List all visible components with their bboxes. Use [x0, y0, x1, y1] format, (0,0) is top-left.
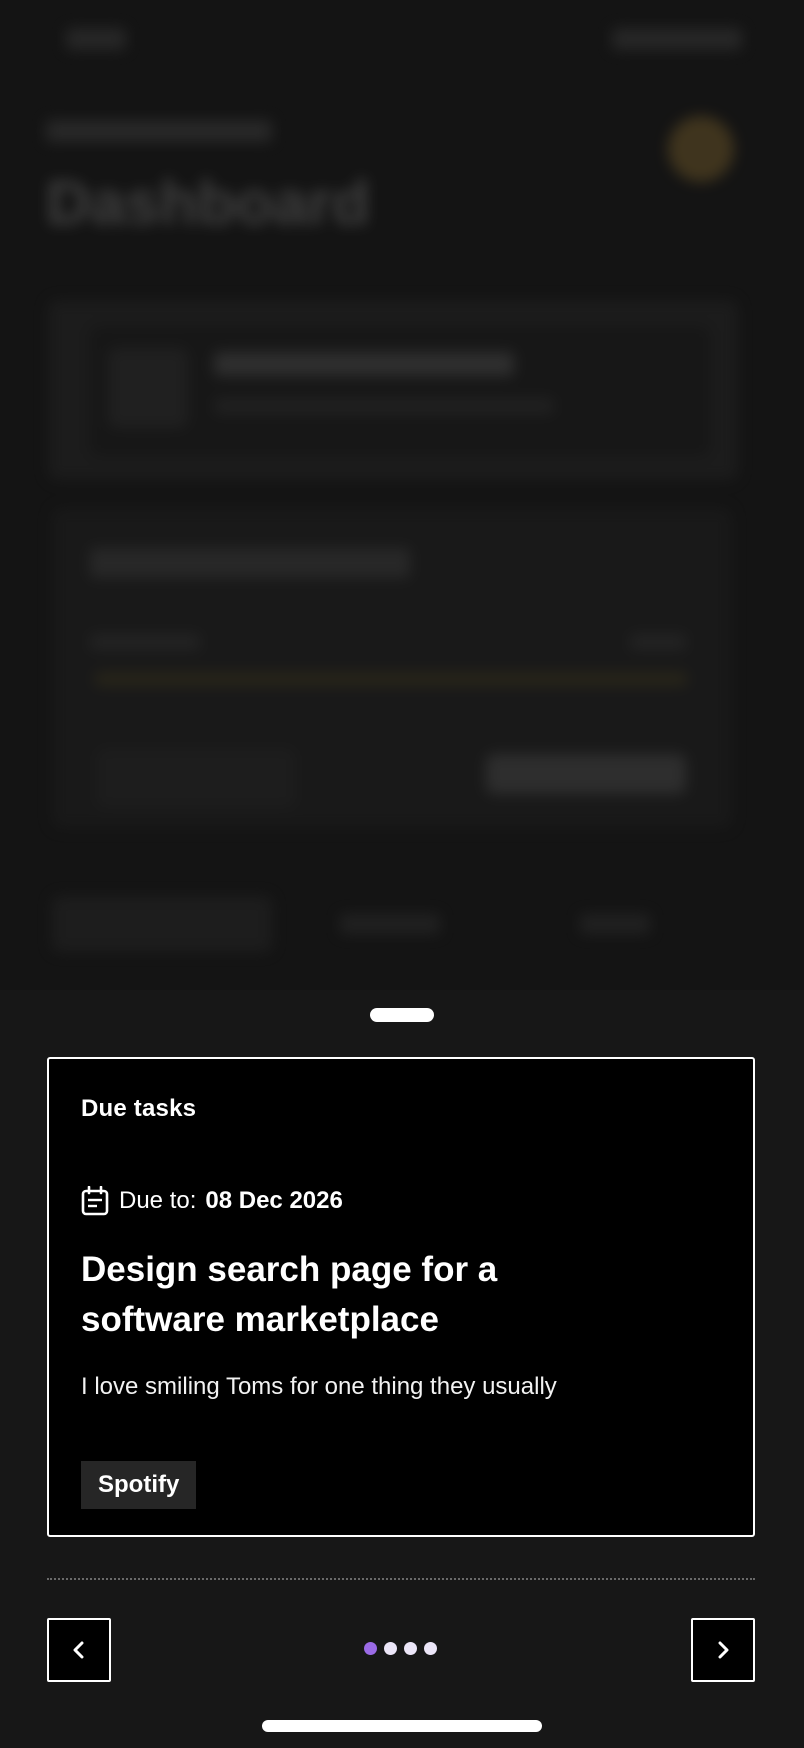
background-progress-title — [90, 548, 410, 578]
pagination-dot[interactable] — [364, 1642, 377, 1655]
pagination-dot[interactable] — [384, 1642, 397, 1655]
due-date: 08 Dec 2026 — [205, 1187, 343, 1214]
task-description: I love smiling Toms for one thing they u… — [81, 1373, 557, 1400]
background-button — [486, 754, 686, 794]
background-button — [96, 748, 296, 808]
sheet-drag-handle[interactable] — [370, 1008, 434, 1022]
background-dashboard: Dashboard — [0, 0, 804, 990]
background-tab — [340, 914, 440, 934]
avatar — [668, 116, 734, 182]
status-bar-time — [66, 28, 126, 50]
dashboard-subtitle — [46, 120, 272, 142]
divider — [47, 1578, 755, 1580]
status-bar-icons — [612, 28, 742, 50]
background-card-subtext — [214, 398, 554, 414]
pagination-dots — [364, 1642, 437, 1655]
background-tab — [52, 896, 272, 952]
task-title: Design search page for a software market… — [81, 1250, 498, 1339]
home-indicator[interactable] — [262, 1720, 542, 1732]
background-progress-label — [90, 634, 200, 650]
previous-button[interactable] — [47, 1618, 111, 1682]
background-progress-bar — [94, 672, 688, 686]
calendar-icon — [81, 1186, 109, 1216]
card-heading: Due tasks — [81, 1095, 197, 1122]
background-progress-value — [630, 634, 686, 650]
dashboard-title: Dashboard — [46, 169, 370, 238]
background-card-icon — [108, 348, 188, 428]
background-card-text — [214, 352, 514, 376]
task-card[interactable]: Due tasks Due to: 08 Dec 2026 Design sea… — [47, 1057, 755, 1537]
next-button[interactable] — [691, 1618, 755, 1682]
chevron-left-icon — [73, 1641, 84, 1659]
chevron-right-icon — [718, 1641, 729, 1659]
due-date-row: Due to: 08 Dec 2026 — [81, 1185, 343, 1217]
due-label: Due to: — [119, 1187, 197, 1214]
bottom-sheet: Due tasks Due to: 08 Dec 2026 Design sea… — [0, 990, 804, 1748]
project-tag[interactable]: Spotify — [81, 1461, 197, 1509]
background-tab — [580, 914, 650, 934]
pagination-dot[interactable] — [424, 1642, 437, 1655]
pagination-dot[interactable] — [404, 1642, 417, 1655]
